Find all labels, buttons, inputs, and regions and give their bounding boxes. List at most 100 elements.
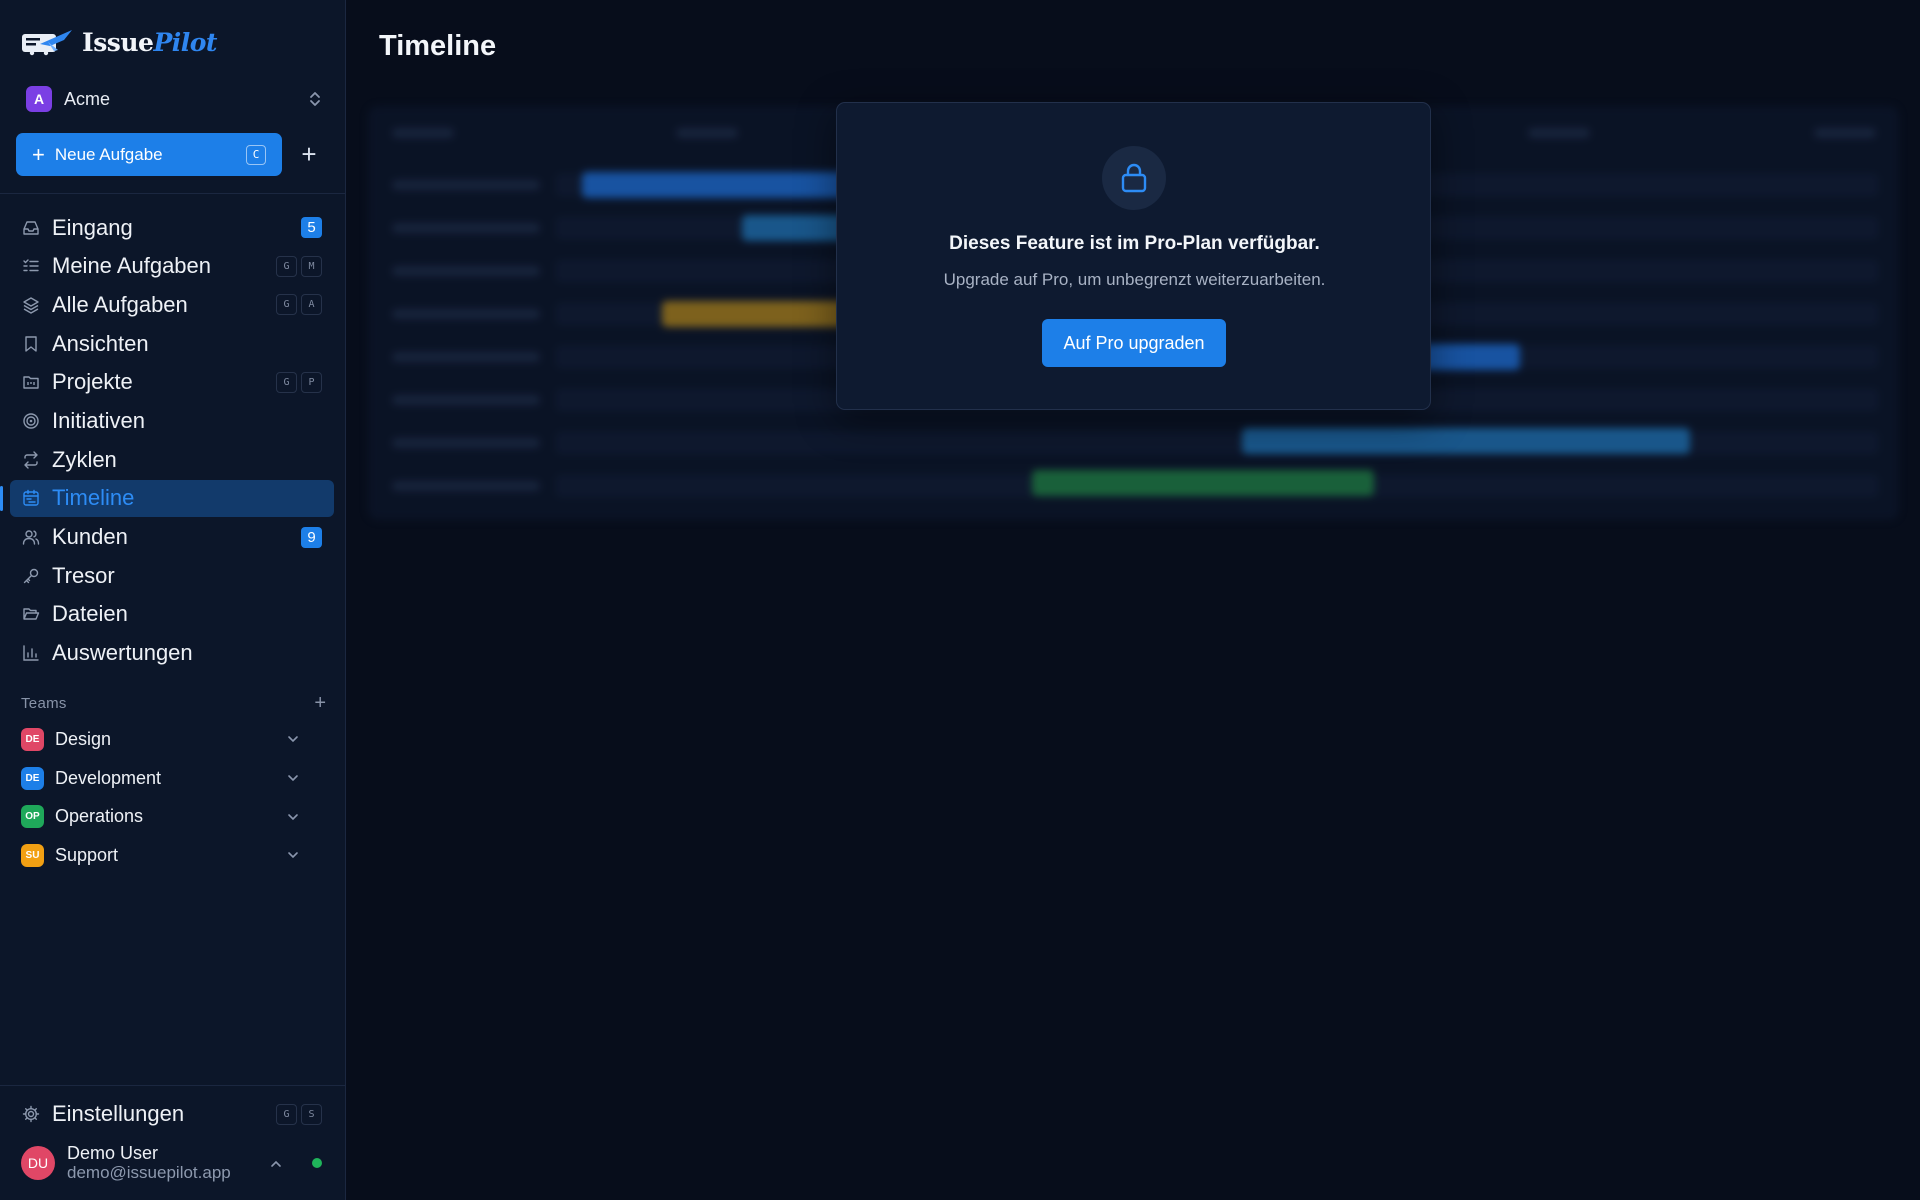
chevron-down-icon[interactable] — [285, 810, 301, 824]
nav-label: Kunden — [52, 524, 128, 549]
nav-label: Alle Aufgaben — [52, 291, 188, 317]
nav-item-customers[interactable]: Kunden 9 — [10, 519, 334, 556]
shortcut-key: A — [301, 294, 322, 316]
teams-header: Teams + — [21, 693, 326, 713]
shortcut-key: C — [246, 144, 266, 165]
row-label-placeholder — [392, 352, 540, 362]
team-item-support[interactable]: SU Support — [21, 836, 301, 875]
timeline-header-placeholder — [1528, 128, 1590, 138]
folder-kanban-icon — [22, 373, 40, 391]
divider — [0, 193, 346, 194]
nav-label: Initiativen — [52, 407, 145, 433]
user-email: demo@issuepilot.app — [67, 1162, 231, 1182]
new-task-button[interactable]: + Neue Aufgabe C — [16, 133, 282, 176]
nav-item-settings[interactable]: Einstellungen GS — [10, 1096, 334, 1132]
team-badge: DE — [21, 727, 44, 751]
layers-icon — [22, 296, 40, 314]
nav-label: Projekte — [52, 369, 133, 395]
bar-chart-icon — [22, 644, 40, 662]
online-status-dot — [312, 1158, 322, 1168]
row-label-placeholder — [392, 395, 540, 405]
timeline-header-placeholder — [392, 128, 454, 138]
row-label-placeholder — [392, 481, 540, 491]
team-item-design[interactable]: DE Design — [21, 720, 301, 759]
team-badge: SU — [21, 843, 44, 867]
folder-open-icon — [22, 605, 40, 623]
nav-item-vault[interactable]: Tresor — [10, 557, 334, 594]
brand-name: IssuePilot — [82, 27, 217, 57]
chevron-down-icon[interactable] — [285, 848, 301, 862]
user-menu[interactable]: DU Demo User demo@issuepilot.app — [21, 1143, 326, 1183]
add-button[interactable]: + — [296, 140, 322, 168]
nav-label: Auswertungen — [52, 640, 193, 666]
nav-item-reports[interactable]: Auswertungen — [10, 635, 334, 672]
timeline-bar — [1242, 428, 1690, 454]
calendar-icon — [22, 489, 40, 507]
avatar: DU — [21, 1146, 55, 1180]
add-team-button[interactable]: + — [314, 693, 326, 713]
nav-item-inbox[interactable]: Eingang 5 — [10, 209, 334, 246]
workspace-switcher[interactable]: A Acme — [26, 84, 322, 114]
workspace-badge: A — [26, 86, 52, 112]
upgrade-button[interactable]: Auf Pro upgraden — [1042, 319, 1226, 367]
timeline-bar — [1032, 470, 1374, 496]
nav-item-cycles[interactable]: Zyklen — [10, 441, 334, 478]
shortcut-key: S — [301, 1103, 322, 1125]
brand-logo[interactable]: IssuePilot — [20, 22, 217, 62]
row-label-placeholder — [392, 180, 540, 190]
chevrons-up-down-icon — [310, 92, 320, 106]
team-item-development[interactable]: DE Development — [21, 759, 301, 798]
chevron-up-icon[interactable] — [270, 1156, 282, 1171]
chevron-down-icon[interactable] — [285, 732, 301, 746]
divider — [0, 1085, 346, 1086]
nav-item-projects[interactable]: Projekte GP — [10, 364, 334, 401]
chevron-down-icon[interactable] — [285, 771, 301, 785]
nav-item-my-tasks[interactable]: Meine Aufgaben GM — [10, 248, 334, 285]
upgrade-title: Dieses Feature ist im Pro-Plan verfügbar… — [949, 233, 1320, 254]
nav-item-timeline[interactable]: Timeline — [0, 479, 334, 517]
nav-label: Ansichten — [52, 330, 149, 356]
team-name: Operations — [55, 806, 144, 827]
user-info: Demo User demo@issuepilot.app — [67, 1143, 258, 1182]
nav-label: Meine Aufgaben — [52, 253, 212, 279]
shortcut-key: G — [276, 294, 297, 316]
customers-count-badge: 9 — [301, 526, 322, 548]
key-icon — [22, 567, 40, 585]
team-item-operations[interactable]: OP Operations — [21, 797, 301, 836]
gear-icon — [22, 1105, 40, 1123]
new-task-label: Neue Aufgabe — [54, 144, 163, 164]
shortcut-keys: GA — [276, 294, 322, 316]
row-label-placeholder — [392, 438, 540, 448]
nav-label: Dateien — [52, 601, 128, 627]
shortcut-keys: GS — [276, 1103, 322, 1125]
timeline-header-placeholder — [676, 128, 738, 138]
nav-item-all-tasks[interactable]: Alle Aufgaben GA — [10, 286, 334, 323]
users-icon — [22, 528, 40, 546]
sidebar: IssuePilot A Acme + Neue Aufgabe C + Ein… — [0, 0, 346, 1200]
row-label-placeholder — [392, 266, 540, 276]
plus-icon: + — [32, 141, 45, 167]
nav-label: Tresor — [52, 562, 115, 588]
target-icon — [22, 412, 40, 430]
shortcut-key: G — [276, 371, 297, 393]
inbox-icon — [22, 219, 40, 237]
inbox-count-badge: 5 — [301, 217, 322, 238]
shortcut-key: M — [301, 255, 322, 277]
shortcut-key: P — [301, 371, 322, 393]
shortcut-key: G — [276, 255, 297, 277]
row-label-placeholder — [392, 309, 540, 319]
plane-logo-icon — [22, 30, 72, 56]
team-badge: OP — [21, 805, 44, 829]
bookmark-icon — [22, 335, 40, 353]
lock-icon — [1102, 146, 1166, 210]
nav-item-files[interactable]: Dateien — [10, 596, 334, 633]
nav-item-initiatives[interactable]: Initiativen — [10, 402, 334, 439]
shortcut-keys: GP — [276, 371, 322, 393]
shortcut-key: G — [276, 1103, 297, 1125]
team-name: Development — [55, 767, 162, 788]
nav-item-views[interactable]: Ansichten — [10, 325, 334, 362]
upgrade-subtitle: Upgrade auf Pro, um unbegrenzt weiterzua… — [943, 270, 1326, 289]
workspace-name: Acme — [64, 88, 111, 109]
settings-label: Einstellungen — [52, 1101, 185, 1126]
team-name: Design — [55, 728, 112, 749]
